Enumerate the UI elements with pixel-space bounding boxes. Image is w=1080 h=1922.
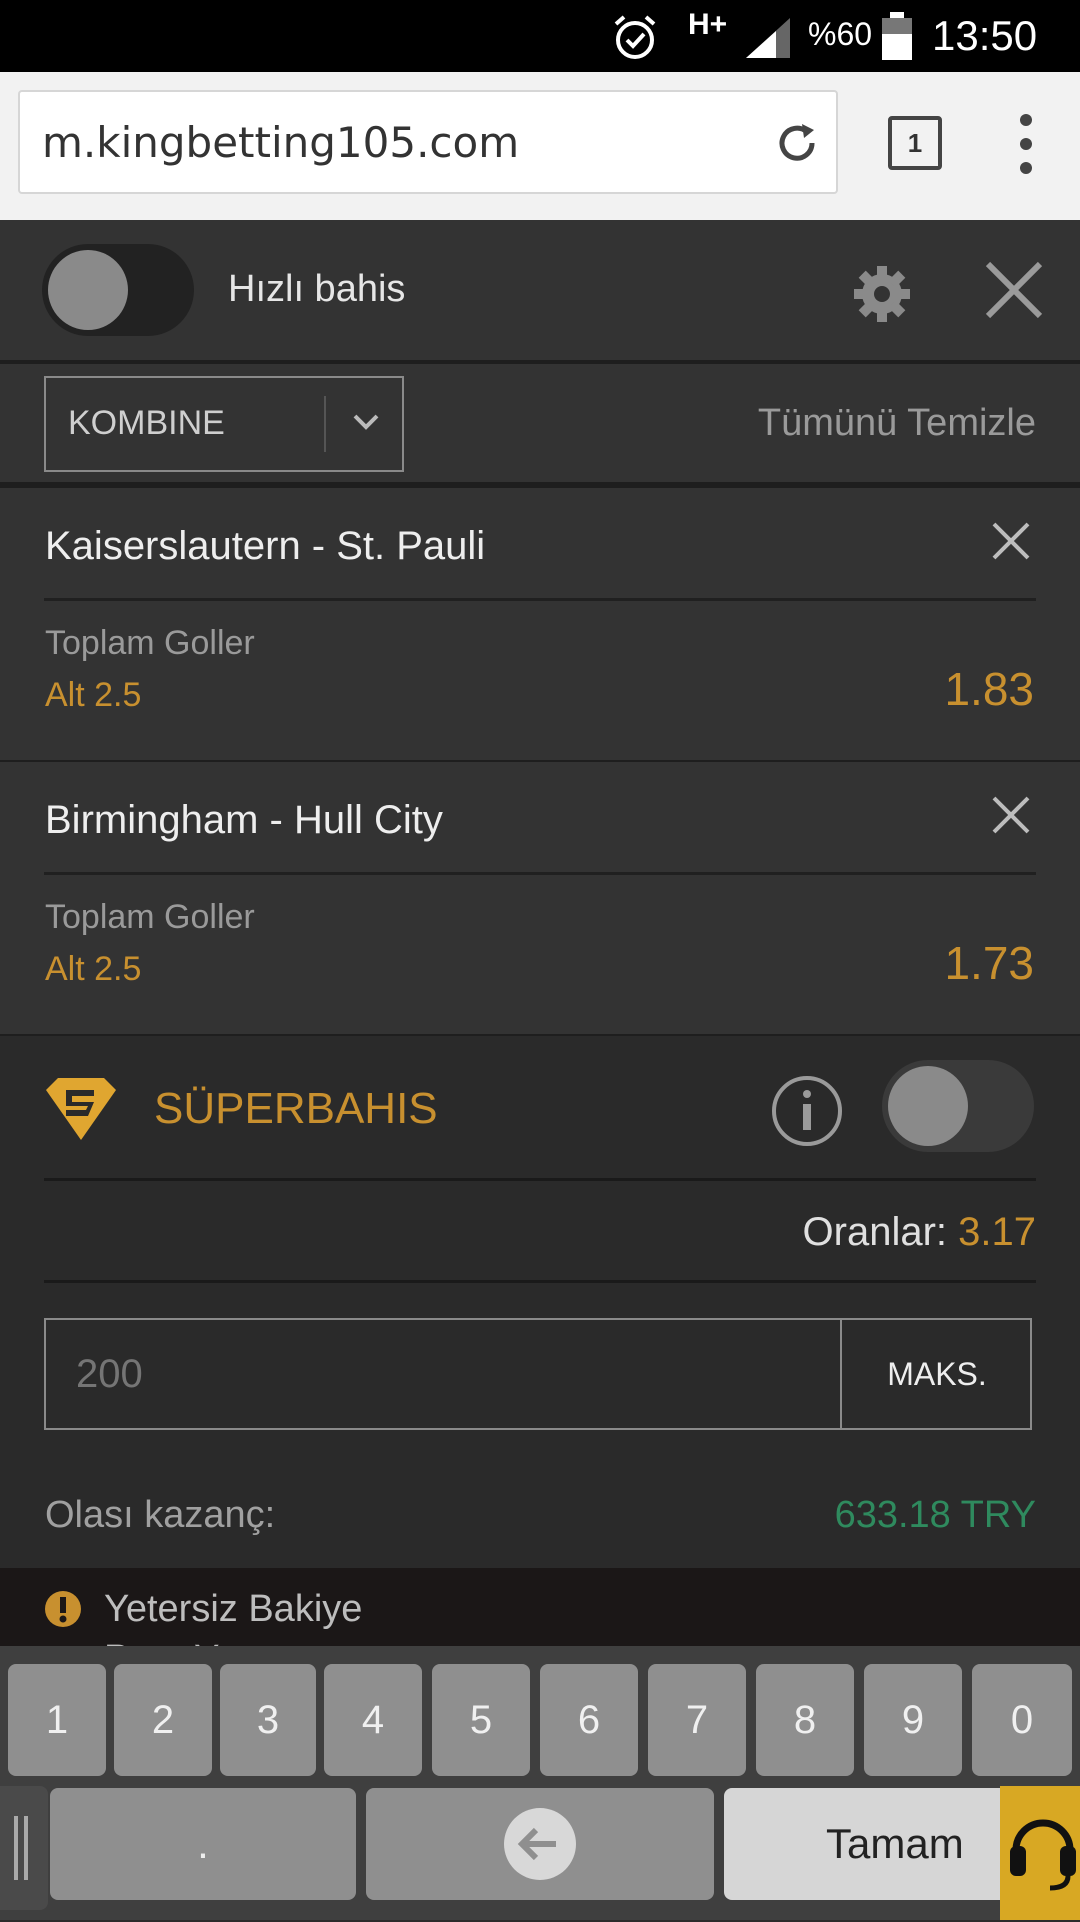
warning-icon — [44, 1590, 82, 1633]
key-8[interactable]: 8 — [756, 1664, 854, 1776]
selection-card: Birmingham - Hull City Toplam Goller Alt… — [0, 762, 1080, 1040]
remove-selection-icon[interactable] — [986, 790, 1036, 840]
select-divider — [324, 396, 326, 452]
total-odds: Oranlar: 3.17 — [803, 1210, 1036, 1255]
betslip-header: Hızlı bahis — [0, 220, 1080, 364]
stake-section: SÜPERBAHIS Oranlar: 3.17 MAKS. Olası kaz… — [0, 1036, 1080, 1568]
done-label: Tamam — [826, 1820, 964, 1867]
insufficient-balance-alert: Yetersiz Bakiye Para Yatır — [0, 1568, 1080, 1646]
key-dot[interactable]: . — [50, 1788, 356, 1900]
chevron-down-icon — [352, 412, 380, 437]
potential-winnings-label: Olası kazanç: — [45, 1494, 276, 1536]
market-name: Toplam Goller — [45, 624, 255, 662]
browser-toolbar: m.kingbetting105.com 1 — [0, 72, 1080, 221]
backspace-icon — [504, 1808, 576, 1922]
bet-type-select[interactable]: KOMBINE — [44, 376, 404, 472]
deposit-link[interactable]: Para Yatır — [104, 1638, 272, 1646]
close-icon[interactable] — [982, 258, 1046, 327]
key-3[interactable]: 3 — [220, 1664, 316, 1776]
handle-grip — [24, 1816, 28, 1880]
selection-odd: 1.73 — [944, 937, 1034, 989]
key-0[interactable]: 0 — [972, 1664, 1072, 1776]
stake-input[interactable] — [46, 1320, 838, 1428]
superbahis-toggle[interactable] — [882, 1060, 1034, 1152]
battery-percent: %60 — [808, 16, 873, 52]
support-chat-button[interactable] — [1000, 1786, 1080, 1920]
bet-type-row: KOMBINE Tümünü Temizle — [0, 364, 1080, 488]
divider — [44, 598, 1036, 601]
info-icon[interactable] — [770, 1074, 844, 1153]
numeric-keyboard: 1 2 3 4 5 6 7 8 9 0 . Tamam — [0, 1646, 1080, 1920]
keyboard-handle[interactable] — [0, 1786, 48, 1910]
address-bar[interactable]: m.kingbetting105.com — [18, 90, 838, 194]
key-6[interactable]: 6 — [540, 1664, 638, 1776]
potential-winnings-value: 633.18 TRY — [834, 1494, 1036, 1536]
selection-pick: Alt 2.5 — [45, 676, 142, 714]
key-9[interactable]: 9 — [864, 1664, 962, 1776]
divider — [44, 1178, 1036, 1181]
url-text[interactable]: m.kingbetting105.com — [42, 118, 519, 167]
max-button[interactable]: MAKS. — [842, 1320, 1032, 1428]
market-name: Toplam Goller — [45, 898, 255, 936]
superbahis-logo-icon — [44, 1076, 118, 1147]
match-name: Birmingham - Hull City — [45, 798, 443, 842]
match-name: Kaiserslautern - St. Pauli — [45, 524, 486, 568]
key-1[interactable]: 1 — [8, 1664, 106, 1776]
selection-odd: 1.83 — [944, 663, 1034, 715]
key-7[interactable]: 7 — [648, 1664, 746, 1776]
key-4[interactable]: 4 — [324, 1664, 422, 1776]
clock: 13:50 — [932, 12, 1038, 59]
odds-value: 3.17 — [958, 1210, 1036, 1254]
alarm-icon — [610, 12, 660, 67]
status-bar: H+ %60 13:50 — [0, 0, 1080, 72]
handle-grip — [14, 1816, 18, 1880]
key-2[interactable]: 2 — [114, 1664, 212, 1776]
headset-icon — [1006, 1806, 1080, 1901]
remove-selection-icon[interactable] — [986, 516, 1036, 566]
clear-all-link[interactable]: Tümünü Temizle — [758, 402, 1036, 445]
divider — [44, 872, 1036, 875]
selection-pick: Alt 2.5 — [45, 950, 142, 988]
toggle-knob — [48, 250, 128, 330]
alert-text: Yetersiz Bakiye — [104, 1588, 363, 1630]
quick-bet-label: Hızlı bahis — [228, 268, 406, 310]
more-menu-icon[interactable] — [1016, 112, 1036, 181]
signal-icon — [742, 14, 794, 65]
selection-card: Kaiserslautern - St. Pauli Toplam Goller… — [0, 488, 1080, 766]
key-5[interactable]: 5 — [432, 1664, 530, 1776]
key-backspace[interactable] — [366, 1788, 714, 1900]
gear-icon[interactable] — [852, 264, 912, 329]
superbahis-label: SÜPERBAHIS — [154, 1084, 438, 1133]
bet-type-value: KOMBINE — [68, 404, 225, 442]
divider — [44, 1280, 1036, 1283]
tab-switcher-button[interactable]: 1 — [888, 116, 942, 170]
toggle-knob — [888, 1066, 968, 1146]
stake-field: MAKS. — [44, 1318, 1032, 1430]
odds-label: Oranlar: — [802, 1210, 948, 1254]
quick-bet-toggle[interactable] — [42, 244, 194, 336]
battery-icon — [880, 12, 914, 67]
network-type: H+ — [688, 8, 728, 41]
tab-count: 1 — [907, 128, 923, 158]
reload-icon[interactable] — [772, 118, 822, 173]
